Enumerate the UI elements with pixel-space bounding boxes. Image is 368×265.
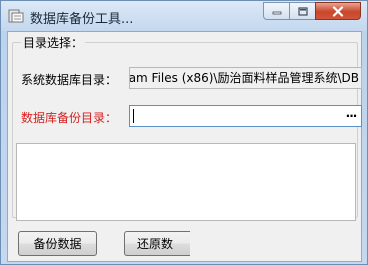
system-dir-field[interactable]: am Files (x86)\励治面料样品管理系统\DB xyxy=(129,67,362,89)
maximize-button[interactable] xyxy=(289,2,316,20)
window-title: 数据库备份工具... xyxy=(30,12,134,27)
system-dir-value: am Files (x86)\励治面料样品管理系统\DB xyxy=(129,71,359,85)
minimize-button[interactable] xyxy=(263,2,290,20)
restore-button[interactable]: 还原数 xyxy=(124,231,190,256)
directory-group: 目录选择： 系统数据库目录： am Files (x86)\励治面料样品管理系统… xyxy=(12,34,362,221)
log-area[interactable] xyxy=(16,143,356,221)
minimize-icon xyxy=(272,11,281,15)
title-bar[interactable]: 数据库备份工具... xyxy=(1,1,367,31)
app-window: 数据库备份工具... 目录选择： 系统数据库目录： am Files (x86)… xyxy=(0,0,368,265)
backup-button[interactable]: 备份数据 xyxy=(18,231,97,256)
caption-buttons xyxy=(263,2,361,20)
close-icon xyxy=(332,5,344,17)
client-area: 目录选择： 系统数据库目录： am Files (x86)\励治面料样品管理系统… xyxy=(7,31,362,262)
app-icon xyxy=(8,8,24,24)
text-caret xyxy=(133,109,134,123)
backup-dir-input[interactable]: ··· xyxy=(129,105,362,127)
maximize-icon xyxy=(297,6,308,16)
close-button[interactable] xyxy=(315,2,361,20)
browse-button[interactable]: ··· xyxy=(342,107,360,125)
system-dir-label: 系统数据库目录： xyxy=(21,73,118,87)
group-legend: 目录选择： xyxy=(21,34,86,51)
backup-dir-label: 数据库备份目录： xyxy=(21,111,118,125)
